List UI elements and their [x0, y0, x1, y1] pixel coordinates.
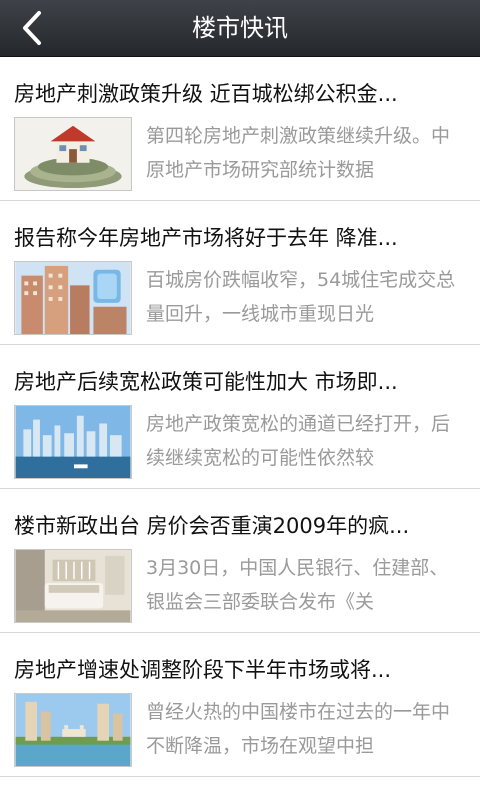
news-summary: 3月30日，中国人民银行、住建部、银监会三部委联合发布《关: [146, 557, 449, 613]
news-item[interactable]: 房地产后续宽松政策可能性加大 市场即... 房地产政策宽松的通道已经打开，后续继…: [0, 345, 480, 489]
news-item[interactable]: 房地产增速处调整阶段下半年市场或将... 曾经火热的中国楼市在过去的一年中不断降…: [0, 633, 480, 777]
news-title: 房地产后续宽松政策可能性加大 市场即...: [14, 370, 398, 394]
news-summary: 房地产政策宽松的通道已经打开，后续继续宽松的可能性依然较: [146, 413, 451, 469]
news-title: 房地产增速处调整阶段下半年市场或将...: [14, 658, 392, 682]
house-on-money-image: [14, 117, 132, 191]
city-skyline-image: [14, 405, 132, 479]
news-summary: 曾经火热的中国楼市在过去的一年中不断降温，市场在观望中担: [146, 701, 451, 757]
app-header: 楼市快讯: [0, 0, 480, 57]
news-title: 报告称今年房地产市场将好于去年 降准...: [14, 226, 398, 250]
apartment-buildings-image: [14, 261, 132, 335]
news-title: 楼市新政出台 房价会否重演2009年的疯...: [14, 514, 410, 538]
bedroom-interior-image: [14, 549, 132, 623]
news-summary: 百城房价跌幅收窄，54城住宅成交总量回升，一线城市重现日光: [146, 269, 456, 325]
news-summary: 第四轮房地产刺激政策继续升级。中原地产市场研究部统计数据: [146, 125, 451, 181]
news-item[interactable]: 报告称今年房地产市场将好于去年 降准... 百城房价跌幅收窄，54城住宅成交总量…: [0, 201, 480, 345]
news-title: 房地产刺激政策升级 近百城松绑公积金...: [14, 82, 398, 106]
news-list: 房地产刺激政策升级 近百城松绑公积金... 第四轮房地产刺激政策继续升级。中原地…: [0, 57, 480, 777]
news-item[interactable]: 楼市新政出台 房价会否重演2009年的疯... 3月30日，中国人民银行、住建部…: [0, 489, 480, 633]
news-item[interactable]: 房地产刺激政策升级 近百城松绑公积金... 第四轮房地产刺激政策继续升级。中原地…: [0, 57, 480, 201]
page-title: 楼市快讯: [192, 14, 288, 42]
waterfront-towers-image: [14, 693, 132, 767]
